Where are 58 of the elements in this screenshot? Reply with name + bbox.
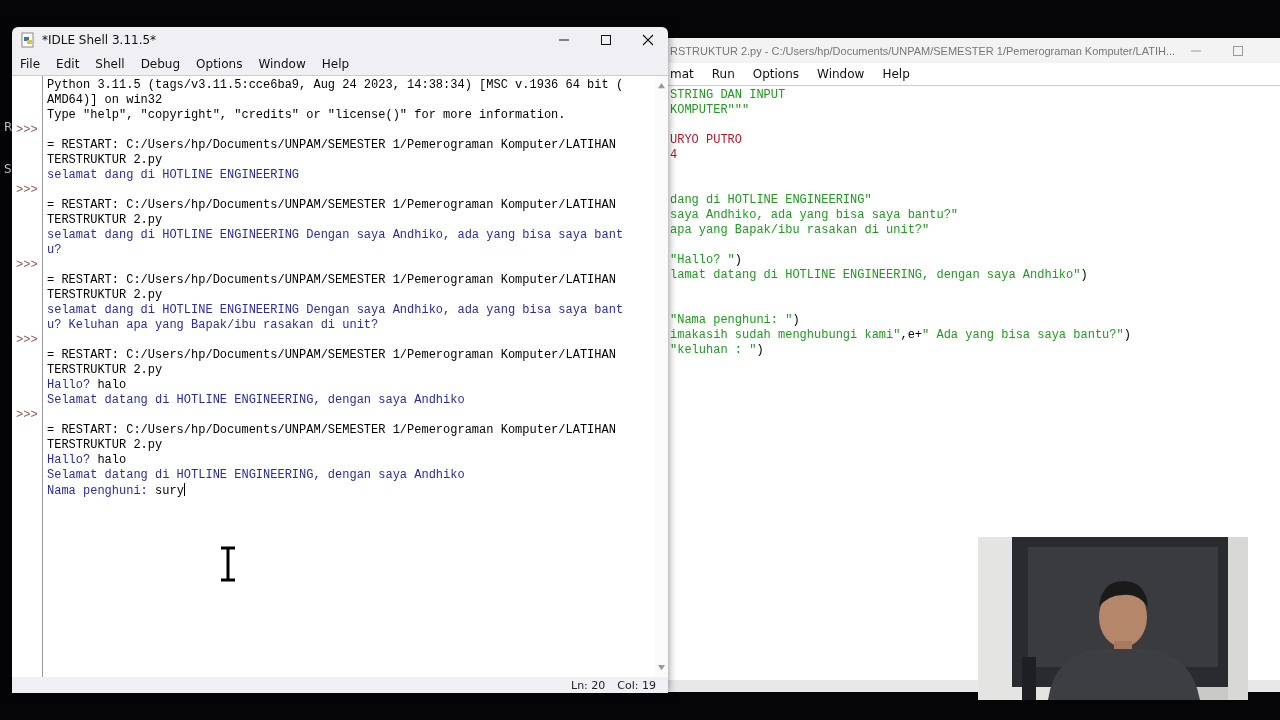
menu-item[interactable]: mat [670,67,694,81]
menu-item[interactable]: Help [882,67,910,81]
shell-line: TERSTRUKTUR 2.py [47,213,163,227]
shell-prompt: >>> [15,258,38,272]
shell-line: = RESTART: C:/Users/hp/Documents/UNPAM/SEMESTER 1/Pemerograman Komputer/LATIHAN [47,348,616,362]
shell-line: selamat dang di HOTLINE ENGINEERING Dengan saya Andhiko, ada yang bisa saya bant [47,228,624,242]
code-line: "keluhan : ") [670,343,764,357]
code-line: saya Andhiko, ada yang bisa saya bantu?" [670,208,959,222]
menu-item[interactable]: Help [321,57,350,71]
shell-line: = RESTART: C:/Users/hp/Documents/UNPAM/SEMESTER 1/Pemerograman Komputer/LATIHAN [47,423,616,437]
shell-line: TERSTRUKTUR 2.py [47,288,163,302]
shell-line: AMD64)] on win32 [47,93,163,107]
shell-prompt: >>> [15,333,38,347]
shell-line: = RESTART: C:/Users/hp/Documents/UNPAM/SEMESTER 1/Pemerograman Komputer/LATIHAN [47,198,616,212]
menu-item[interactable]: Options [752,67,800,81]
menu-item[interactable]: Window [817,67,865,81]
shell-prompt: >>> [15,123,38,137]
shell-line: selamat dang di HOTLINE ENGINEERING Dengan saya Andhiko, ada yang bisa saya bant [47,303,624,317]
shell-line: Nama penghuni: sury [47,484,186,498]
menu-item[interactable]: Run [711,67,735,81]
menu-item[interactable]: Edit [56,57,80,71]
shell-line: TERSTRUKTUR 2.py [47,438,163,452]
shell-line: TERSTRUKTUR 2.py [47,153,163,167]
code-line: dang di HOTLINE ENGINEERING" [670,193,872,207]
shell-line: Python 3.11.5 (tags/v3.11.5:cce6ba9, Aug 24 2023, 14:38:34) [MSC v.1936 64 bit ( [47,78,624,92]
code-line: KOMPUTER""" [670,103,750,117]
shell-line: TERSTRUKTUR 2.py [47,363,163,377]
code-line: apa yang Bapak/ibu rasakan di unit?" [670,223,930,237]
code-line: 4 [670,148,678,162]
code-line: URYO PUTRO [670,133,742,147]
menu-item[interactable]: Options [196,57,243,71]
code-line: imakasih sudah menghubungi kami",e+" Ada yang bisa saya bantu?") [670,328,1131,342]
desktop-label: R [4,120,13,134]
status-text: Ln: 20 [571,678,606,692]
window-title: RSTRUKTUR 2.py - C:/Users/hp/Documents/UNPAM/SEMESTER 1/Pemerograman Komputer/LATIH... [670,44,1176,57]
window-title: *IDLE Shell 3.11.5* [42,33,157,47]
menu-item[interactable]: File [20,57,41,71]
status-text: Col: 19 [617,678,656,692]
shell-line: Type "help", "copyright", "credits" or "license()" for more information. [47,108,566,122]
shell-prompt: >>> [15,183,38,197]
shell-line: selamat dang di HOTLINE ENGINEERING [47,168,300,182]
shell-line: Hallo? halo [47,378,127,392]
shell-line: Hallo? halo [47,453,127,467]
desktop-label: S [4,162,13,176]
code-line: STRING DAN INPUT [670,88,786,102]
shell-line: = RESTART: C:/Users/hp/Documents/UNPAM/SEMESTER 1/Pemerograman Komputer/LATIHAN [47,138,616,152]
menu-item[interactable]: Shell [95,57,125,71]
shell-line: Selamat datang di HOTLINE ENGINEERING, dengan saya Andhiko [47,468,465,482]
shell-line: u? Keluhan apa yang Bapak/ibu rasakan di unit? [47,318,379,332]
code-line: "Hallo? ") [670,253,742,267]
code-line: lamat datang di HOTLINE ENGINEERING, dengan saya Andhiko") [670,268,1088,282]
menu-item[interactable]: Window [258,57,306,71]
shell-line: Selamat datang di HOTLINE ENGINEERING, dengan saya Andhiko [47,393,465,407]
shell-line: = RESTART: C:/Users/hp/Documents/UNPAM/SEMESTER 1/Pemerograman Komputer/LATIHAN [47,273,616,287]
shell-line: u? [47,243,62,257]
shell-prompt: >>> [15,408,38,422]
menu-item[interactable]: Debug [140,57,181,71]
code-line: "Nama penghuni: ") [670,313,800,327]
